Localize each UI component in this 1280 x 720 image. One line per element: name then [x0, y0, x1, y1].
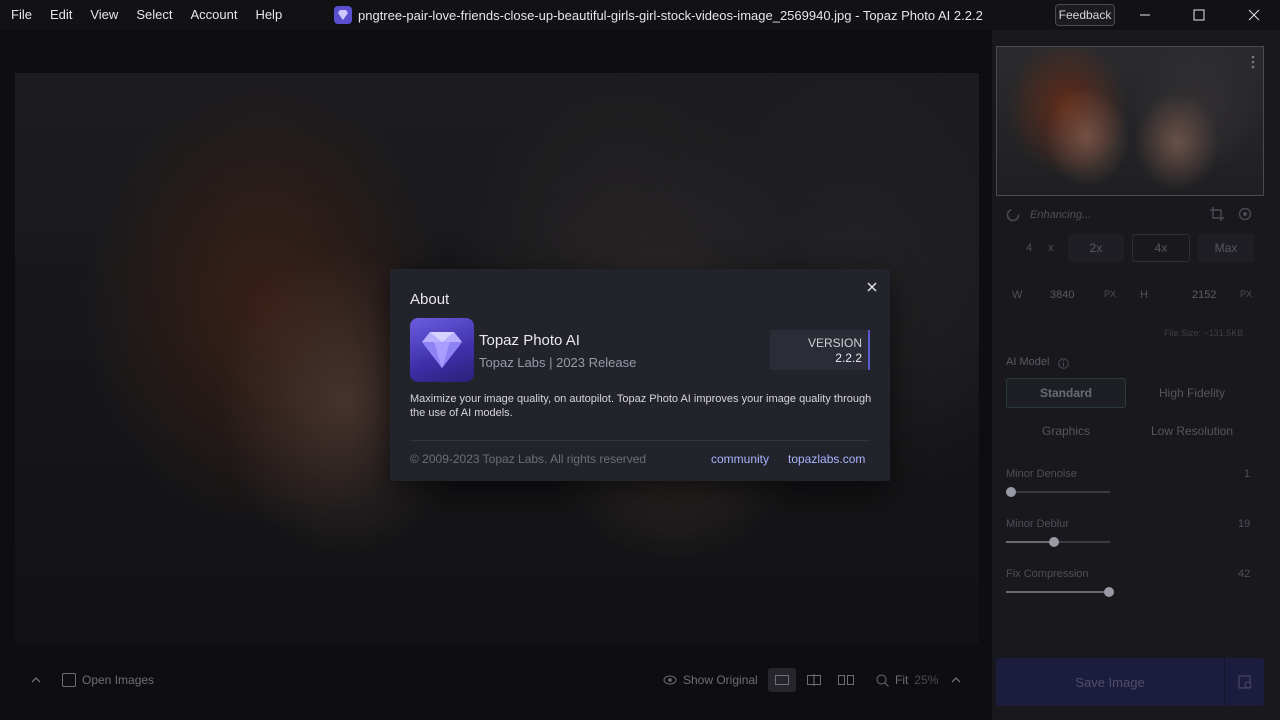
slider-knob[interactable] — [1049, 537, 1059, 547]
menu-account[interactable]: Account — [181, 0, 246, 30]
app-window: File Edit View Select Account Help pngtr… — [0, 0, 1280, 720]
split-view-icon — [807, 674, 821, 686]
app-name: Topaz Photo AI — [479, 332, 580, 349]
app-description: Maximize your image quality, on autopilo… — [410, 393, 872, 419]
file-size: File Size: ~131.5KB — [1164, 328, 1244, 338]
width-label: W — [1012, 289, 1023, 301]
crop-icon[interactable] — [1210, 207, 1224, 226]
spinner-icon — [1006, 208, 1020, 227]
version-label: VERSION — [807, 336, 862, 350]
zoom-control[interactable]: Fit 25% — [876, 660, 938, 700]
window-title-text: pngtree-pair-love-friends-close-up-beaut… — [358, 7, 983, 23]
app-logo-icon — [334, 6, 352, 24]
enhancing-status: Enhancing... — [1030, 209, 1092, 221]
close-icon[interactable] — [864, 279, 880, 295]
width-unit[interactable]: PX — [1104, 289, 1116, 299]
height-unit[interactable]: PX — [1240, 289, 1252, 299]
slider-value: 19 — [1238, 518, 1251, 530]
right-panel: Enhancing... 4 x 2x 4x Max W 3840 PX H 2… — [992, 30, 1280, 720]
info-icon[interactable] — [1058, 356, 1069, 374]
menu-edit[interactable]: Edit — [41, 0, 81, 30]
menu-select[interactable]: Select — [127, 0, 181, 30]
navigator-thumbnail[interactable] — [996, 46, 1264, 196]
scale-option[interactable]: 4 — [1026, 242, 1032, 254]
window-title: pngtree-pair-love-friends-close-up-beaut… — [334, 0, 983, 30]
menu-bar: File Edit View Select Account Help — [0, 0, 291, 30]
scale-max-button[interactable]: Max — [1198, 234, 1254, 262]
model-high-fidelity-button[interactable]: High Fidelity — [1132, 378, 1252, 408]
slider-value: 1 — [1244, 468, 1251, 480]
scale-option[interactable]: x — [1048, 242, 1054, 254]
split-view-button[interactable] — [800, 668, 828, 692]
about-dialog: About Topaz Photo AI Topaz Labs | 2023 R… — [390, 269, 890, 481]
scale-2x-button[interactable]: 2x — [1068, 234, 1124, 262]
width-field[interactable]: 3840 — [1050, 289, 1074, 301]
eye-icon — [663, 675, 677, 685]
fit-label: Fit — [895, 673, 909, 687]
slider-value: 42 — [1238, 568, 1251, 580]
zoom-chevron-icon[interactable] — [950, 660, 962, 700]
save-image-label: Save Image — [1075, 674, 1145, 690]
slider-fill — [1006, 541, 1050, 543]
app-subtitle: Topaz Labs | 2023 Release — [479, 355, 637, 370]
version-number: 2.2.2 — [835, 351, 862, 365]
minimize-icon[interactable] — [1122, 0, 1168, 30]
export-settings-icon[interactable] — [1224, 658, 1264, 706]
open-images-button[interactable]: Open Images — [62, 660, 154, 700]
zoom-icon — [876, 674, 889, 687]
minor-denoise-slider[interactable] — [1006, 487, 1110, 497]
maximize-icon[interactable] — [1176, 0, 1222, 30]
side-by-side-icon — [838, 675, 854, 685]
feedback-button[interactable]: Feedback — [1055, 4, 1115, 26]
slider-label: Fix Compression — [1006, 568, 1089, 580]
open-images-label: Open Images — [82, 673, 155, 687]
save-image-button[interactable]: Save Image — [996, 658, 1264, 706]
version-box: VERSION 2.2.2 — [770, 330, 870, 370]
fix-compression-slider[interactable] — [1006, 587, 1114, 597]
slider-knob[interactable] — [1104, 587, 1114, 597]
dialog-title: About — [410, 291, 450, 308]
slider-label: Minor Deblur — [1006, 518, 1069, 530]
slider-label: Minor Denoise — [1006, 468, 1077, 480]
bottom-toolbar: Open Images Show Original Fit 25% — [0, 660, 992, 700]
ai-model-label: AI Model — [1006, 356, 1050, 368]
show-original-button[interactable]: Show Original — [663, 660, 758, 700]
divider — [410, 440, 870, 441]
topazlabs-link[interactable]: topazlabs.com — [788, 452, 865, 466]
model-graphics-button[interactable]: Graphics — [1006, 416, 1126, 446]
show-original-label: Show Original — [683, 673, 758, 687]
menu-help[interactable]: Help — [246, 0, 291, 30]
thumbnail-dim — [997, 47, 1263, 195]
more-options-icon[interactable] — [1251, 55, 1255, 74]
copyright-text: © 2009-2023 Topaz Labs. All rights reser… — [410, 452, 647, 466]
image-icon — [62, 673, 76, 687]
zoom-level: 25% — [914, 673, 939, 687]
settings-icon[interactable] — [1238, 207, 1252, 226]
model-low-resolution-button[interactable]: Low Resolution — [1132, 416, 1252, 446]
topaz-logo-icon — [410, 318, 474, 382]
single-view-button[interactable] — [768, 668, 796, 692]
menu-view[interactable]: View — [81, 0, 127, 30]
single-view-icon — [775, 675, 789, 685]
minor-deblur-slider[interactable] — [1006, 537, 1110, 547]
collapse-chevron-icon[interactable] — [30, 660, 42, 700]
height-label: H — [1140, 289, 1148, 301]
model-standard-button[interactable]: Standard — [1006, 378, 1126, 408]
slider-fill — [1006, 591, 1110, 593]
slider-knob[interactable] — [1006, 487, 1016, 497]
title-bar: File Edit View Select Account Help pngtr… — [0, 0, 1280, 30]
close-window-icon[interactable] — [1231, 0, 1277, 30]
side-by-side-button[interactable] — [832, 668, 860, 692]
menu-file[interactable]: File — [2, 0, 41, 30]
height-field[interactable]: 2152 — [1192, 289, 1216, 301]
community-link[interactable]: community — [711, 452, 769, 466]
scale-4x-button[interactable]: 4x — [1132, 234, 1190, 262]
